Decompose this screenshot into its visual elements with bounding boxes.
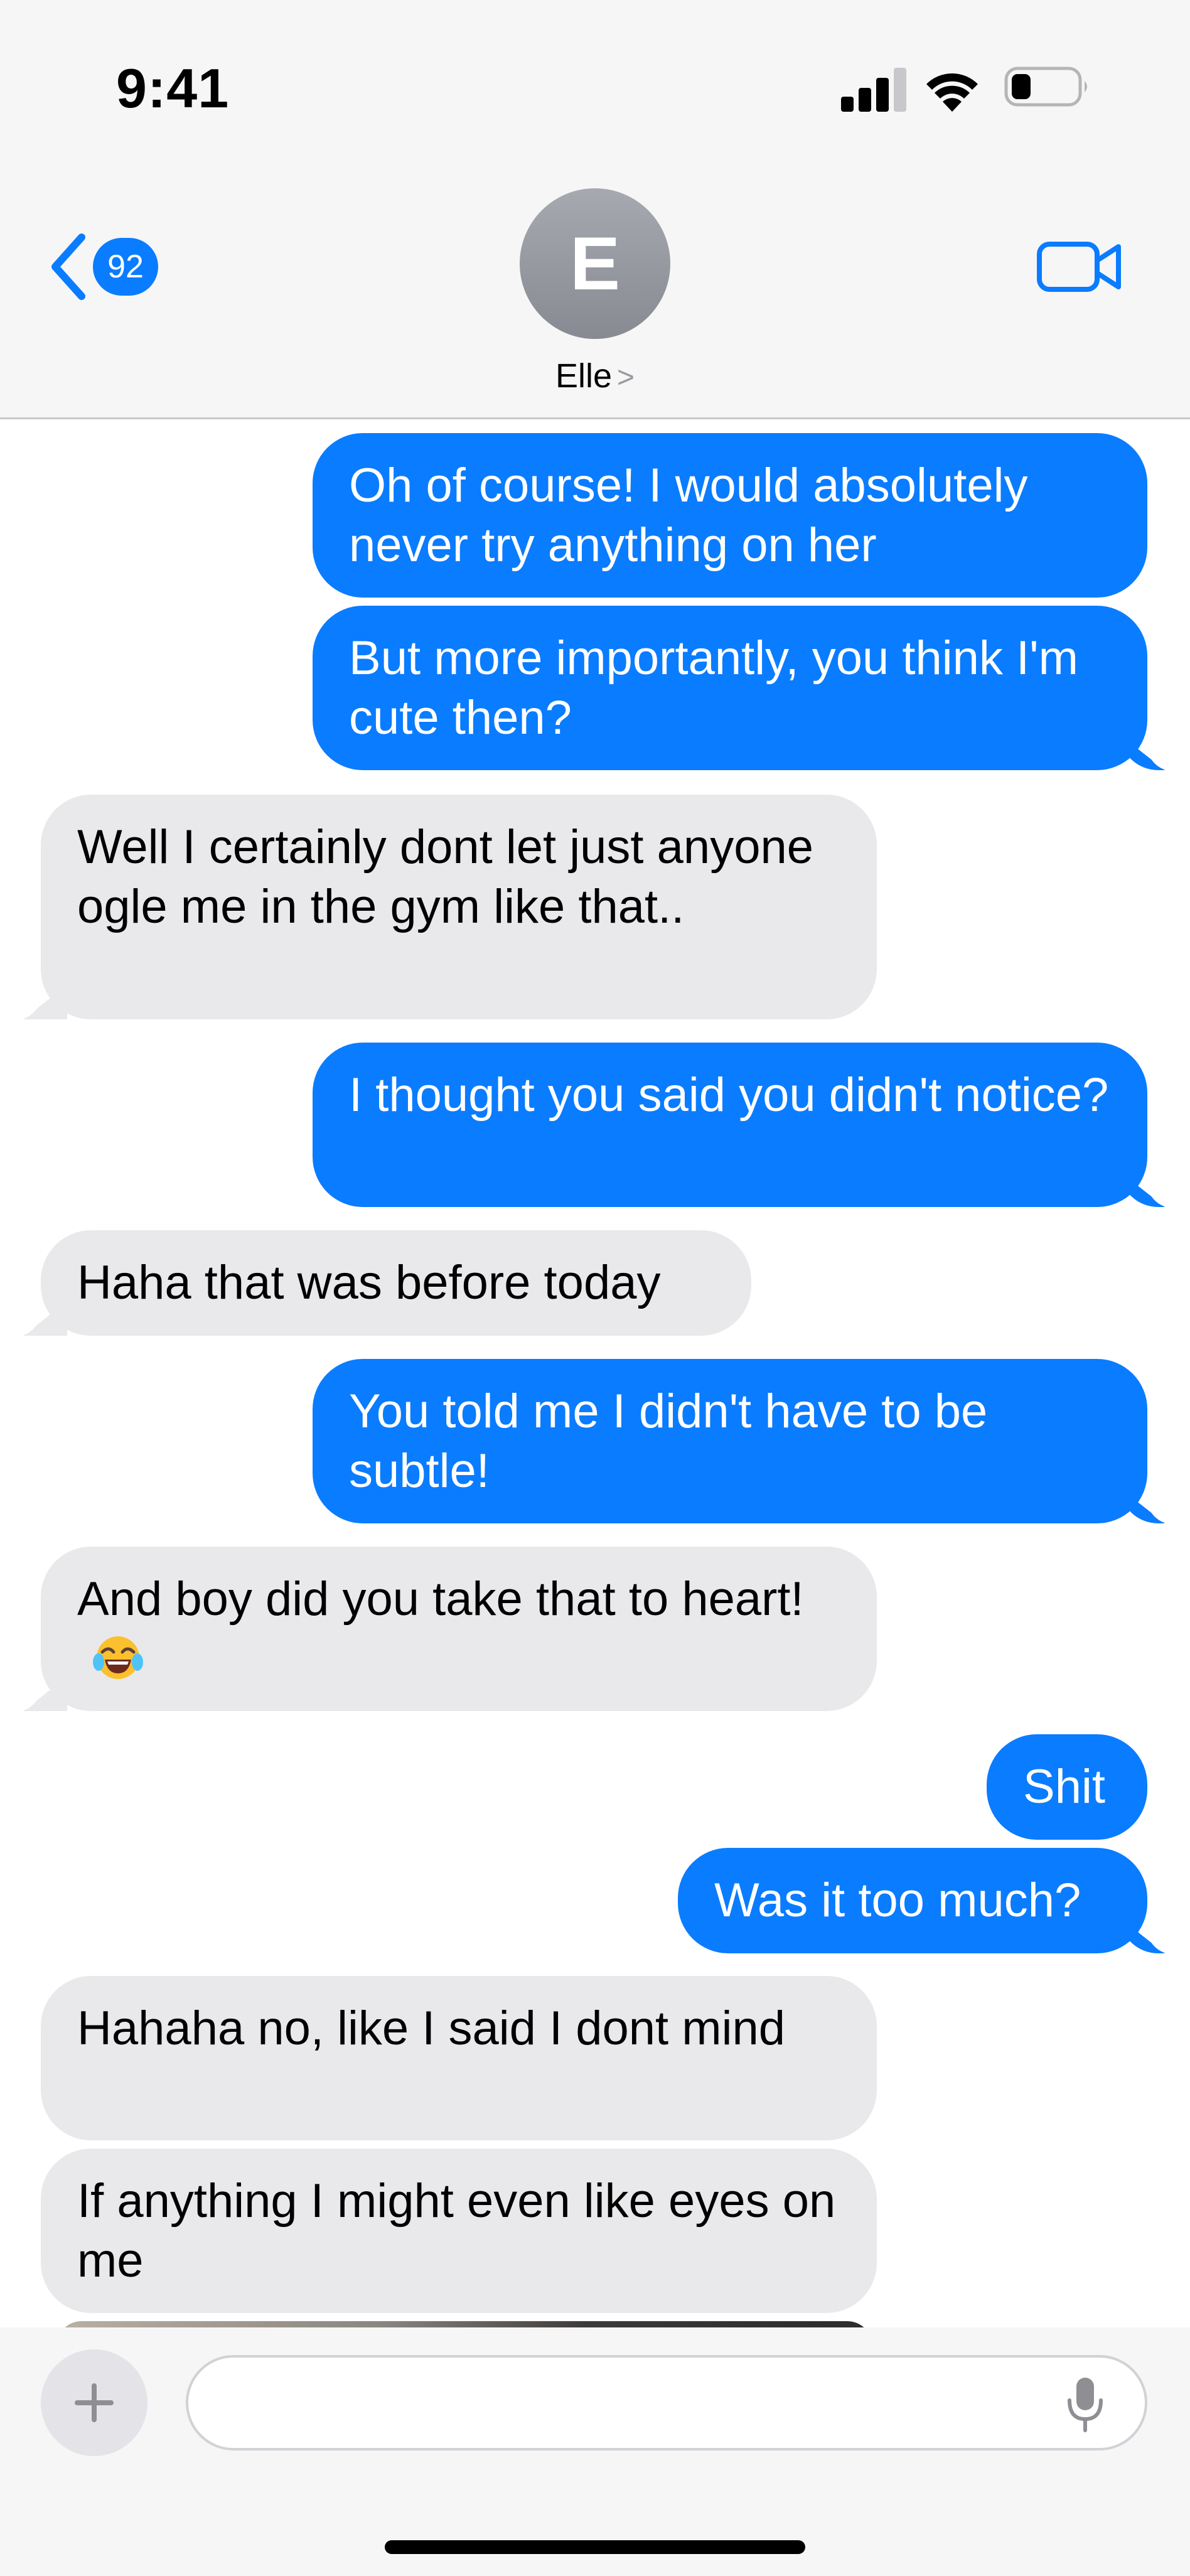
unread-count-badge: 92 — [93, 238, 158, 296]
home-indicator[interactable] — [385, 2540, 805, 2554]
message-input[interactable] — [213, 2376, 1032, 2432]
message-text: Well I certainly dont let just anyone og… — [77, 820, 813, 933]
message-bubble-incoming[interactable]: Haha that was before today — [16, 1230, 751, 1336]
message-bubble-incoming[interactable]: Well I certainly dont let just anyone og… — [16, 795, 877, 1020]
status-bar: 9:41 — [0, 0, 1190, 169]
status-time: 9:41 — [116, 57, 230, 119]
message-bubble-outgoing[interactable]: You told me I didn't have to be subtle! — [313, 1359, 1172, 1524]
microphone-icon[interactable] — [1063, 2375, 1107, 2435]
chevron-left-icon — [51, 233, 85, 300]
message-bubble-outgoing[interactable]: But more importantly, you think I'm cute… — [313, 606, 1172, 771]
message-text: If anything I might even like eyes on me — [77, 2174, 836, 2287]
message-thread[interactable]: Oh of course! I would absolutely never t… — [0, 419, 1190, 2327]
message-bubble-incoming[interactable]: And boy did you take that to heart! — [16, 1547, 877, 1712]
image-attachment-partial[interactable] — [56, 2321, 872, 2327]
back-button[interactable]: 92 — [49, 226, 174, 308]
cellular-signal-icon — [841, 68, 907, 112]
message-text: Haha that was before today — [77, 1256, 661, 1309]
add-attachment-button[interactable] — [41, 2349, 147, 2456]
message-text: Hahaha no, like I said I dont mind — [77, 2002, 786, 2055]
contact-avatar[interactable]: E — [520, 188, 670, 339]
message-text: I thought you said you didn't notice? — [349, 1068, 1109, 1122]
chevron-right-icon: > — [617, 361, 635, 394]
battery-icon — [1004, 67, 1087, 107]
message-bubble-outgoing[interactable]: Shit — [987, 1734, 1147, 1840]
message-text: And boy did you take that to heart! — [77, 1572, 804, 1626]
message-bubble-incoming[interactable]: Hahaha no, like I said I dont mind — [41, 1976, 877, 2140]
contact-name-button[interactable]: Elle > — [0, 357, 1190, 395]
message-text: Shit — [1023, 1760, 1105, 1813]
message-bubble-outgoing[interactable]: I thought you said you didn't notice? — [313, 1043, 1172, 1208]
laughing-crying-emoji-icon — [93, 1636, 143, 1679]
conversation-header: 92 E Elle > — [0, 169, 1190, 419]
plus-icon — [75, 2383, 114, 2422]
message-bubble-incoming[interactable]: If anything I might even like eyes on me — [41, 2149, 877, 2313]
message-text: Was it too much? — [714, 1874, 1081, 1927]
message-bubble-outgoing[interactable]: Oh of course! I would absolutely never t… — [313, 433, 1147, 598]
message-input-container[interactable] — [186, 2355, 1147, 2450]
message-text: Oh of course! I would absolutely never t… — [349, 459, 1028, 572]
message-bubble-outgoing[interactable]: Was it too much? — [678, 1848, 1172, 1954]
video-call-icon[interactable] — [1036, 235, 1123, 298]
wifi-icon — [926, 73, 978, 112]
message-text: You told me I didn't have to be subtle! — [349, 1385, 988, 1498]
message-text: But more importantly, you think I'm cute… — [349, 631, 1078, 744]
avatar-initial: E — [569, 222, 621, 306]
compose-bar — [0, 2327, 1190, 2576]
contact-name: Elle — [555, 357, 612, 395]
